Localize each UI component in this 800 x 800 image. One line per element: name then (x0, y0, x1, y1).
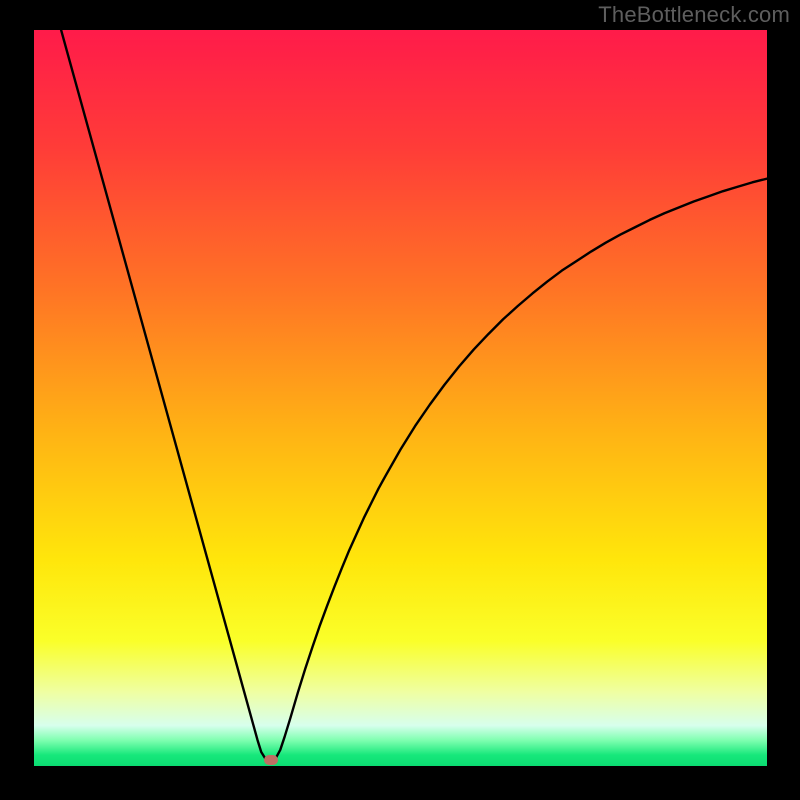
optimal-point-marker (264, 755, 278, 765)
attribution-label: TheBottleneck.com (598, 2, 790, 28)
chart-background (34, 30, 767, 766)
chart-frame: TheBottleneck.com (0, 0, 800, 800)
bottleneck-chart (34, 30, 767, 766)
